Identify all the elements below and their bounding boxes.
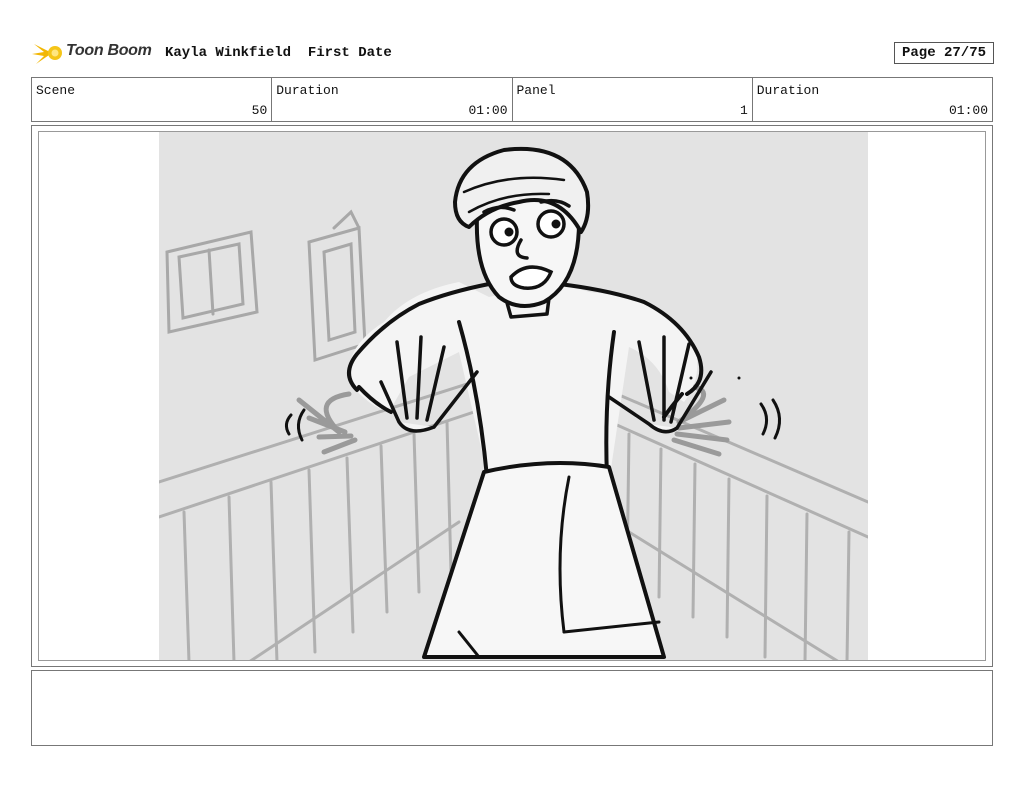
logo-text: Toon Boom	[66, 42, 152, 59]
project-title: Kayla Winkfield First Date	[165, 45, 392, 61]
scene-value: 50	[251, 103, 268, 118]
panel-value: 1	[739, 103, 748, 118]
scene-duration-cell: Duration 01:00	[272, 78, 513, 121]
scene-cell: Scene 50	[32, 78, 273, 121]
panel-duration-label: Duration	[756, 83, 820, 98]
scene-duration-label: Duration	[276, 83, 339, 98]
storyboard-header: Toon Boom Kayla Winkfield First Date Pag…	[32, 38, 994, 70]
panel-frame	[31, 125, 993, 667]
scene-duration-value: 01:00	[468, 103, 508, 118]
scene-label: Scene	[36, 83, 76, 98]
panel-label: Panel	[516, 83, 556, 98]
toon-boom-logo: Toon Boom	[32, 38, 156, 70]
panel-duration-value: 01:00	[948, 103, 988, 118]
starburst-icon	[32, 44, 62, 64]
panel-info-row: Scene 50 Duration 01:00 Panel 1 Duration…	[31, 77, 993, 122]
panel-cell: Panel 1	[513, 78, 753, 121]
notes-box	[31, 670, 993, 746]
panel-image-area	[38, 131, 986, 661]
page-number: Page 27/75	[894, 42, 994, 64]
storyboard-sketch	[159, 132, 868, 660]
panel-duration-cell: Duration 01:00	[753, 78, 992, 121]
